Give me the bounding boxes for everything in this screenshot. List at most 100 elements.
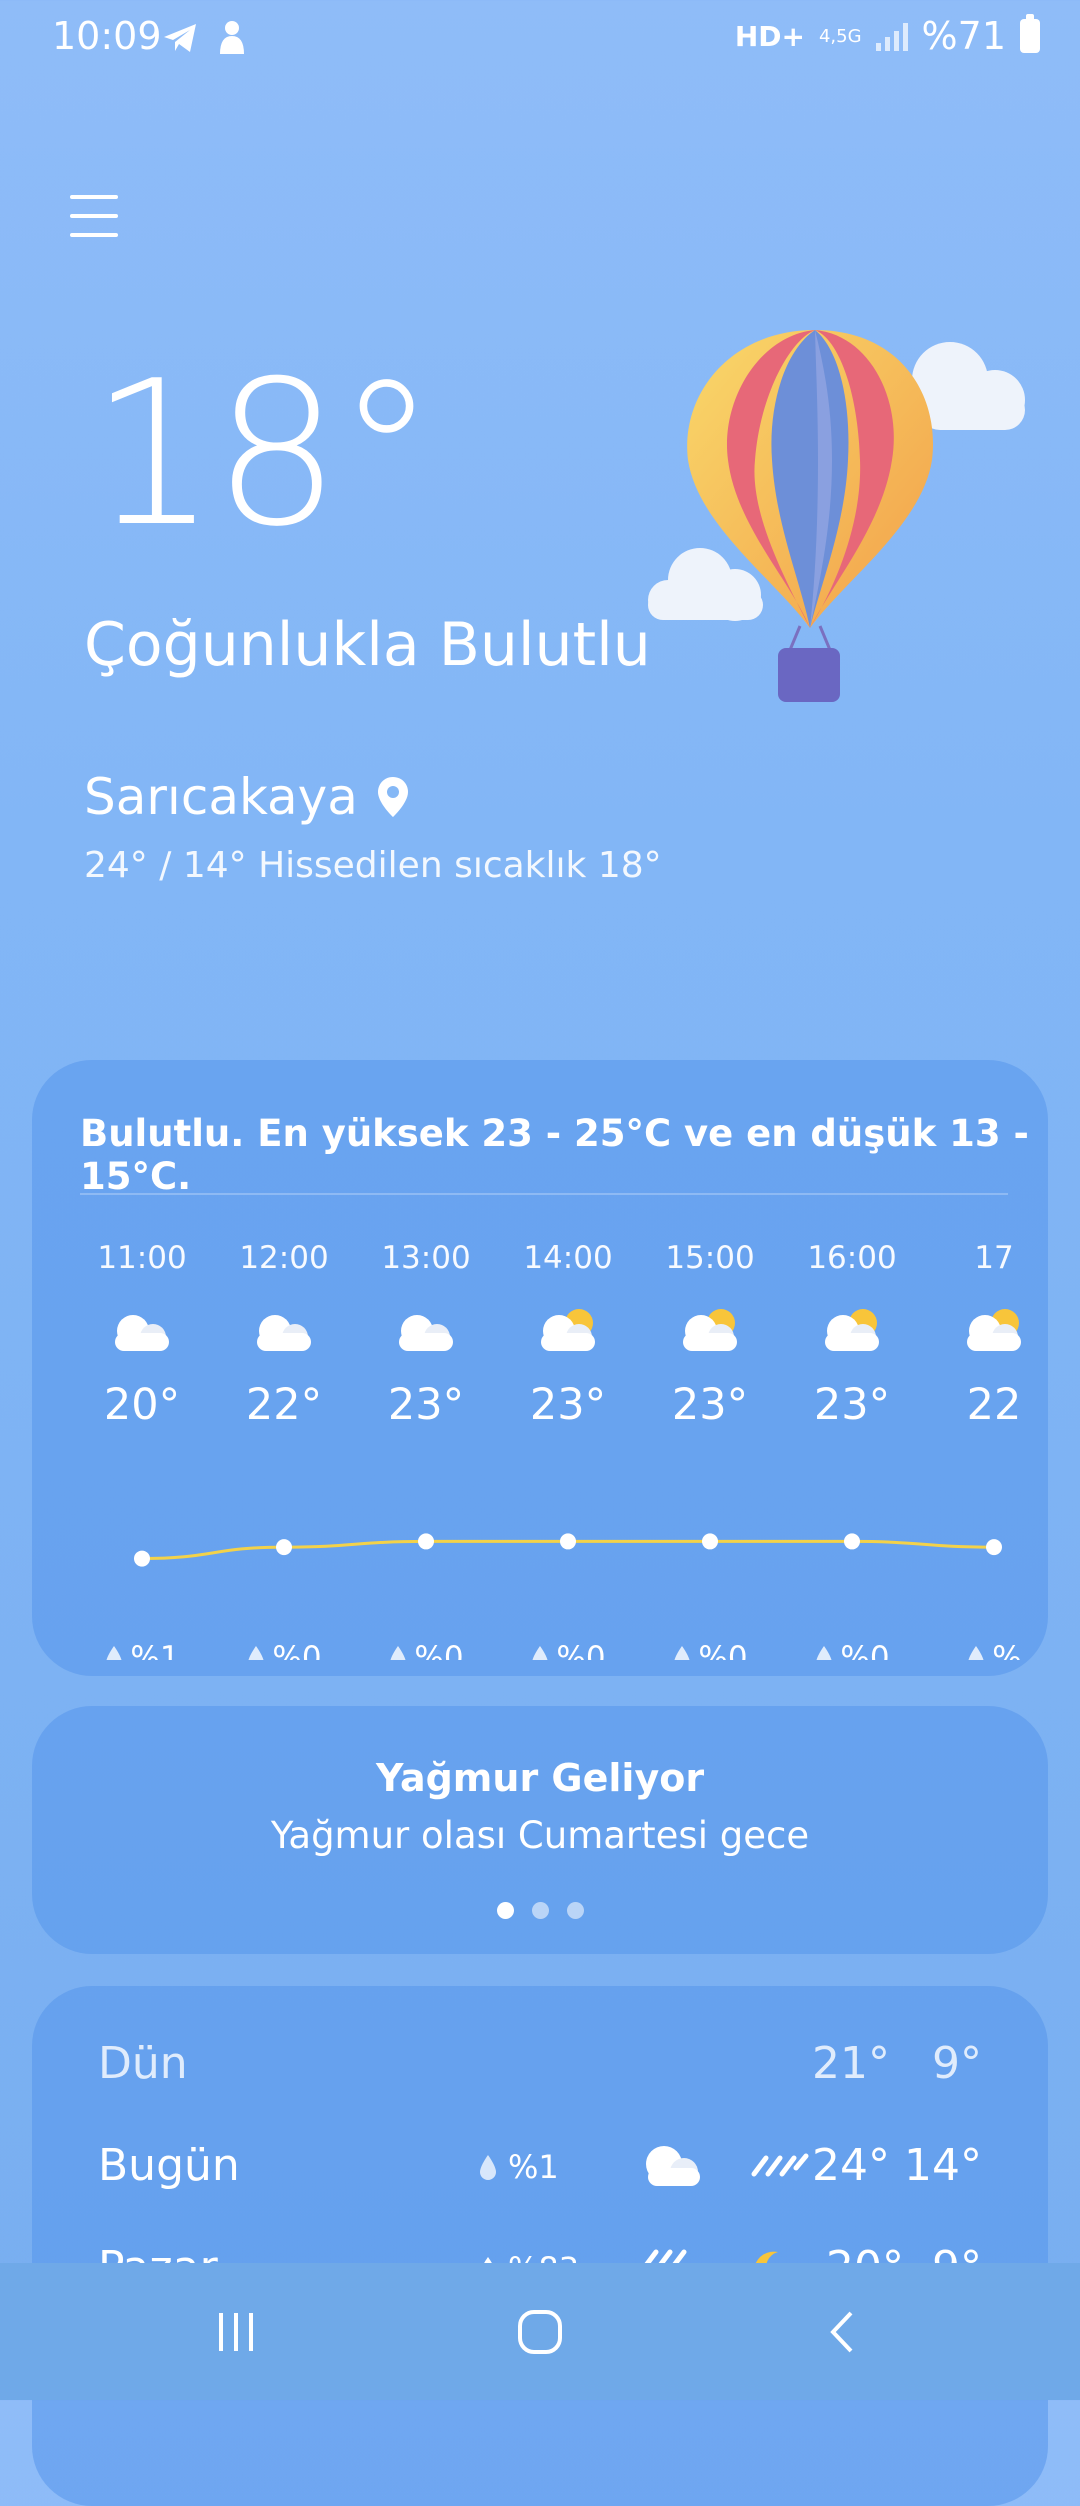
raindrop-icon xyxy=(480,2155,496,2180)
cloud-left xyxy=(648,548,763,621)
partly-sunny-icon xyxy=(934,1296,1052,1366)
battery-icon xyxy=(1020,14,1040,53)
hour-time: 13:00 xyxy=(381,1240,471,1276)
hour-rain-chance: %0 xyxy=(366,1640,486,1660)
daily-row-yesterday[interactable]: Dün 21° 9° xyxy=(98,2038,982,2108)
raindrop-icon xyxy=(968,1646,984,1660)
cloud-icon xyxy=(224,1296,344,1366)
hour-rain-chance: %0 xyxy=(792,1640,912,1660)
recents-button[interactable] xyxy=(200,2263,272,2400)
hour-temp: 22 xyxy=(966,1380,1022,1430)
network-type: 4,5G xyxy=(818,25,862,47)
hour-rain-chance: %0 xyxy=(650,1640,770,1660)
signal-icon xyxy=(875,21,908,51)
back-icon xyxy=(830,2311,853,2352)
telegram-icon xyxy=(164,24,196,52)
curve-point xyxy=(418,1533,434,1550)
battery-percent: %71 xyxy=(921,14,1006,58)
partly-sunny-icon xyxy=(650,1296,770,1366)
cloud-icon xyxy=(92,1296,202,1366)
curve-point xyxy=(560,1533,576,1550)
location-pin-icon xyxy=(377,777,408,817)
temp-values: 24° 14° xyxy=(812,2140,982,2191)
hour-item[interactable]: 16:00 23° %0 xyxy=(792,1240,912,1660)
hour-temp: 22° xyxy=(245,1380,323,1430)
daily-forecast-card[interactable]: Dün 21° 9° Bugün %1 24° 14° Pazar %83 20… xyxy=(32,1986,1048,2506)
hour-temp: 23° xyxy=(813,1380,891,1430)
status-bar: 10:09 HD+ 4,5G %71 xyxy=(0,0,1080,80)
raindrop-icon xyxy=(674,1646,690,1660)
curve-point xyxy=(702,1533,718,1550)
temp-range-feels-like: 24° / 14° Hissedilen sıcaklık 18° xyxy=(84,845,662,886)
hd-icon: HD+ xyxy=(734,19,805,53)
menu-icon xyxy=(70,195,118,199)
hour-item[interactable]: 14:00 23° %0 xyxy=(508,1240,628,1660)
daily-summary: Bulutlu. En yüksek 23 - 25°C ve en düşük… xyxy=(80,1112,1029,1198)
back-button[interactable] xyxy=(808,2263,880,2400)
hourly-list[interactable]: 11:00 20° %1 12:00 22° %0 13:00 23° %0 14:00 23° %0… xyxy=(92,1240,1052,1660)
current-temperature: 18° xyxy=(90,338,436,571)
location[interactable]: Sarıcakaya xyxy=(84,768,410,826)
raindrop-icon xyxy=(390,1646,406,1660)
raindrop-icon xyxy=(816,1646,832,1660)
alert-subtitle: Yağmur olası Cumartesi gece xyxy=(270,1814,810,1857)
partly-sunny-icon xyxy=(508,1296,628,1366)
hour-rain-chance: % xyxy=(934,1640,1052,1660)
status-right: HD+ 4,5G %71 xyxy=(735,14,1040,58)
home-button[interactable] xyxy=(504,2263,576,2400)
temperature-curve xyxy=(134,1533,1002,1567)
wind-rain-icon xyxy=(751,2153,809,2177)
pager-dot xyxy=(566,1902,584,1919)
hour-time: 14:00 xyxy=(523,1240,613,1276)
day-label: Bugün xyxy=(98,2140,240,2191)
raindrop-icon xyxy=(248,1646,264,1660)
curve-point xyxy=(134,1550,150,1567)
hour-time: 16:00 xyxy=(807,1240,897,1276)
hour-item[interactable]: 11:00 20° %1 xyxy=(92,1240,202,1660)
current-condition: Çoğunlukla Bulutlu xyxy=(84,610,651,680)
daily-row-today[interactable]: Bugün %1 24° 14° xyxy=(98,2140,982,2210)
hour-temp: 23° xyxy=(529,1380,607,1430)
navigation-bar xyxy=(0,2263,1080,2400)
hour-rain-chance: %1 xyxy=(92,1640,202,1660)
curve-point xyxy=(844,1533,860,1550)
pager-dot xyxy=(496,1902,514,1919)
curve-point xyxy=(986,1539,1002,1556)
hour-item[interactable]: 13:00 23° %0 xyxy=(366,1240,486,1660)
rain-chance: %1 xyxy=(478,2148,559,2186)
hot-air-balloon-illustration xyxy=(648,330,1025,702)
temp-values: 21° 9° xyxy=(812,2038,982,2089)
menu-button[interactable] xyxy=(70,195,118,245)
hour-time: 15:00 xyxy=(665,1240,755,1276)
hour-rain-chance: %0 xyxy=(508,1640,628,1660)
raindrop-icon xyxy=(106,1646,122,1660)
hour-temp: 23° xyxy=(387,1380,465,1430)
status-time: 10:09 xyxy=(52,14,162,58)
cloud-icon xyxy=(366,1296,486,1366)
hour-temp: 20° xyxy=(103,1380,181,1430)
hour-item[interactable]: 17 22% xyxy=(934,1240,1052,1660)
hourly-forecast-card[interactable]: Bulutlu. En yüksek 23 - 25°C ve en düşük… xyxy=(32,1060,1048,1676)
partly-sunny-icon xyxy=(792,1296,912,1366)
recents-icon xyxy=(219,2312,253,2351)
hour-rain-chance: %0 xyxy=(224,1640,344,1660)
hour-item[interactable]: 12:00 22° %0 xyxy=(224,1240,344,1660)
day-label: Dün xyxy=(98,2038,188,2089)
hour-item[interactable]: 15:00 23° %0 xyxy=(650,1240,770,1660)
status-notification-icons xyxy=(160,18,250,58)
notification-app-icon xyxy=(220,21,244,54)
hour-time: 17 xyxy=(974,1240,1014,1276)
hour-time: 12:00 xyxy=(239,1240,329,1276)
divider xyxy=(80,1193,1008,1195)
cloud-icon xyxy=(646,2146,700,2186)
curve-point xyxy=(276,1539,292,1556)
hour-temp: 23° xyxy=(671,1380,749,1430)
hour-time: 11:00 xyxy=(97,1240,187,1276)
location-name: Sarıcakaya xyxy=(84,768,358,826)
alert-title: Yağmur Geliyor xyxy=(375,1756,705,1800)
pager-dots xyxy=(32,1902,1048,1919)
raindrop-icon xyxy=(532,1646,548,1660)
pager-dot xyxy=(531,1902,549,1919)
home-icon xyxy=(518,2309,562,2354)
rain-alert-card[interactable]: Yağmur Geliyor Yağmur olası Cumartesi ge… xyxy=(32,1706,1048,1954)
